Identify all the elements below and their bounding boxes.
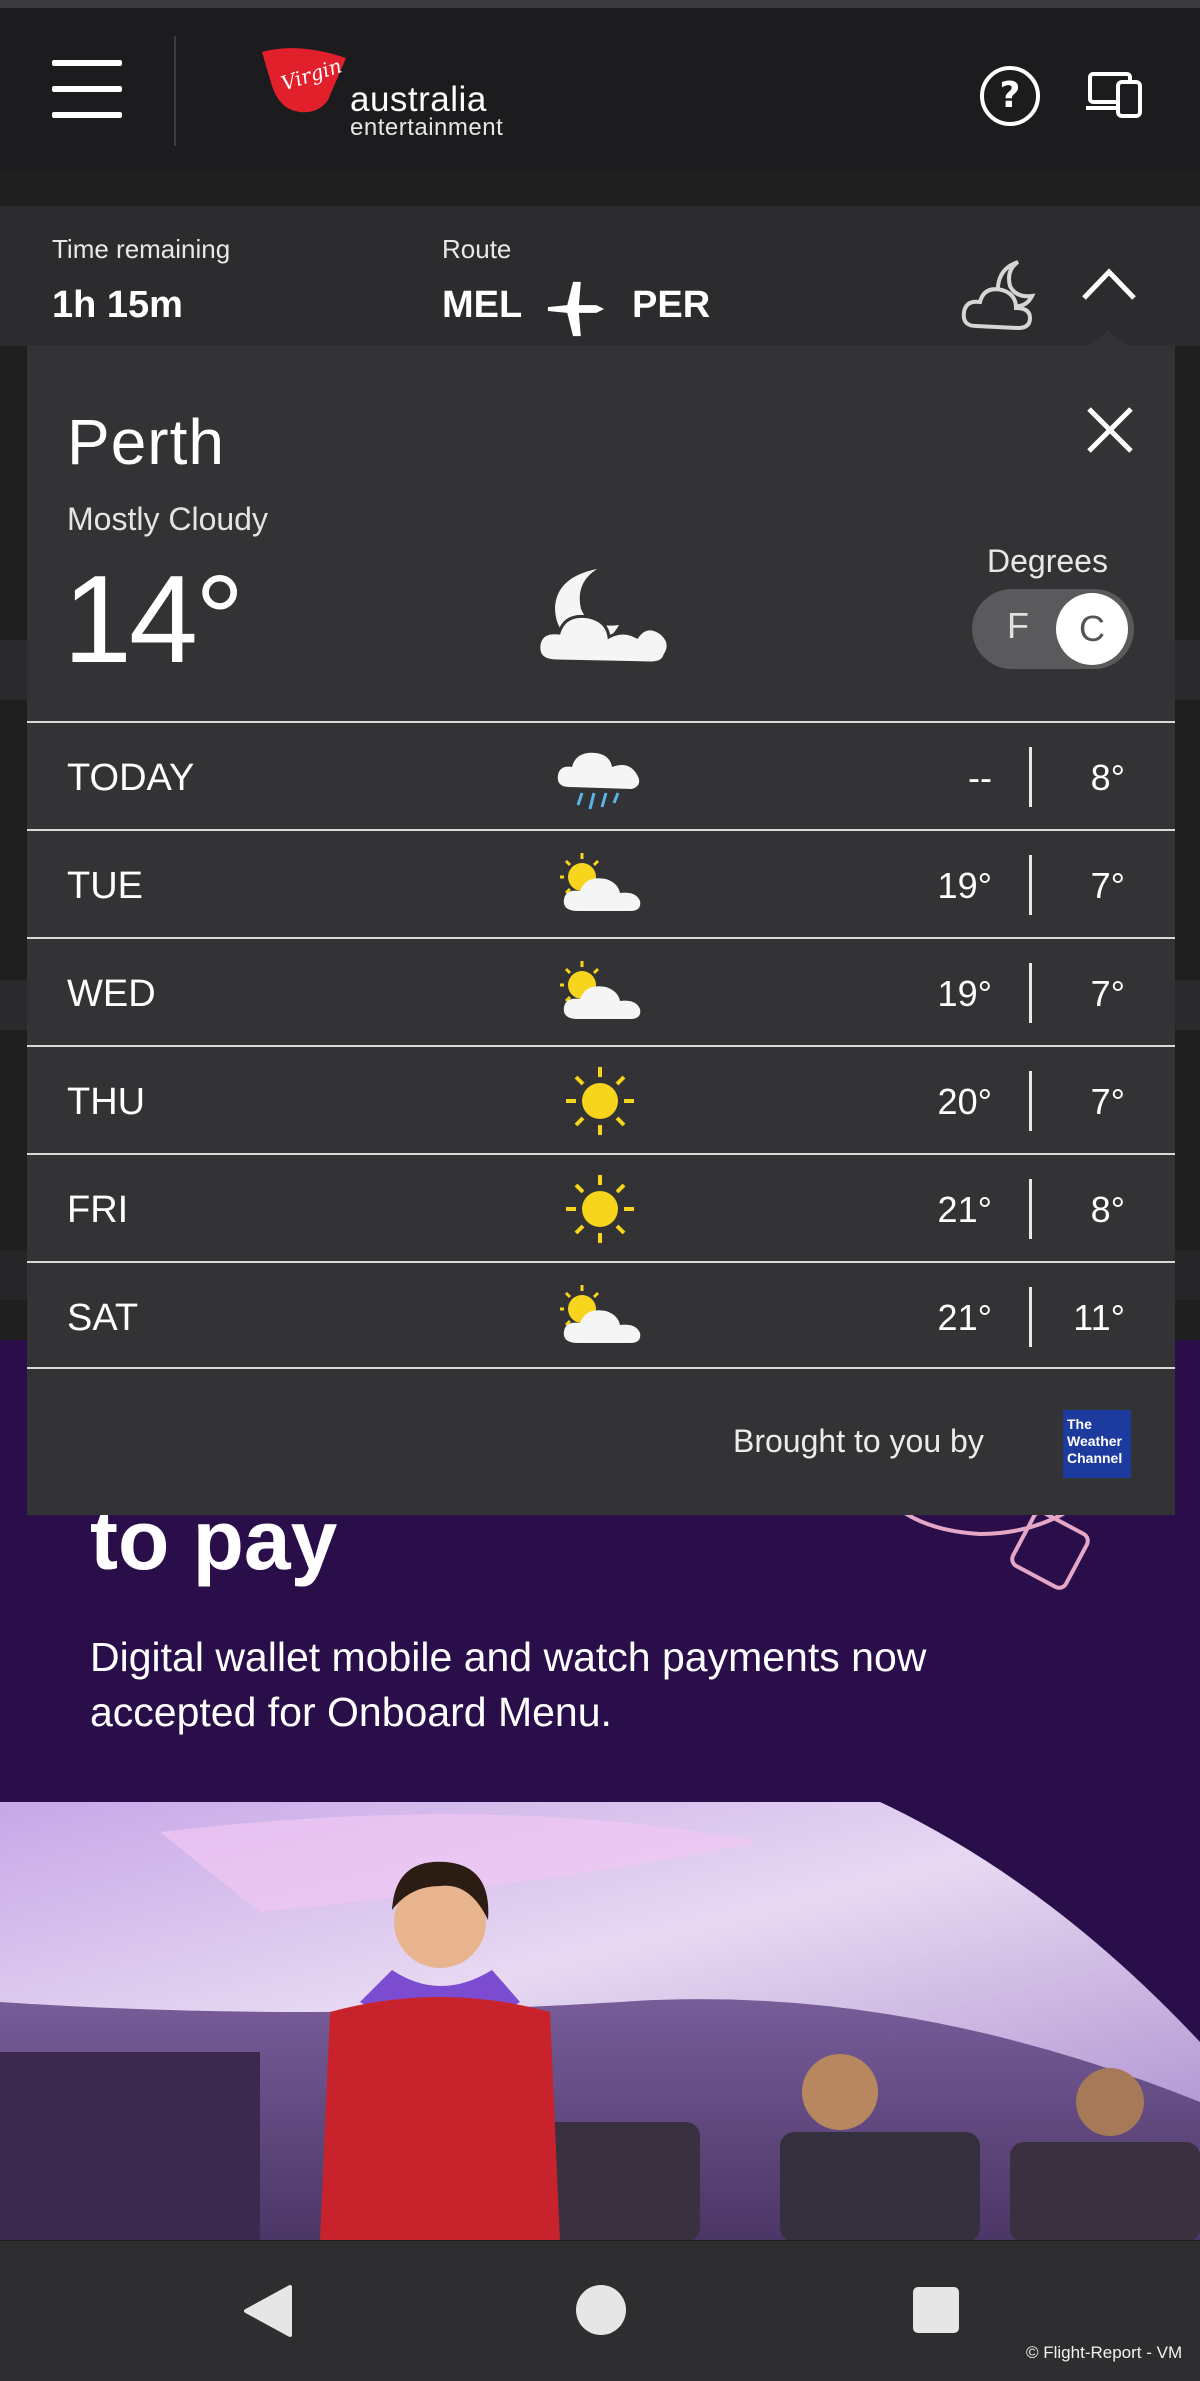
forecast-high: -- [968, 757, 992, 798]
forecast-low: 11° [1073, 1297, 1125, 1338]
route-destination: PER [632, 284, 711, 326]
forecast-low: 8° [1090, 1189, 1125, 1230]
route-origin: MEL [442, 284, 523, 326]
virgin-logo-mark: Virgin [262, 48, 346, 113]
forecast-row: FRI 21° 8° [27, 1153, 1175, 1261]
route-label: Route [442, 234, 512, 264]
logo-line: Weather [1067, 1433, 1122, 1449]
weather-condition: Mostly Cloudy [67, 501, 268, 537]
sun-icon [566, 1175, 634, 1243]
recent-apps-icon[interactable] [913, 2287, 959, 2333]
unit-fahrenheit[interactable]: F [998, 605, 1038, 647]
moon-cloud-icon [537, 569, 670, 665]
forecast-high: 21° [937, 1189, 992, 1230]
forecast-day: TODAY [67, 757, 195, 799]
sun-cloud-icon [560, 1285, 641, 1343]
forecast-separator [1029, 963, 1032, 1023]
forecast-row: TUE 19° 7° [27, 829, 1175, 937]
promo-description: Digital wallet mobile and watch payments… [90, 1634, 927, 1735]
forecast-separator [1029, 1071, 1032, 1131]
watermark: © Flight-Report - VM [1026, 2343, 1183, 2362]
system-navigation-bar: © Flight-Report - VM [0, 2241, 1200, 2381]
degrees-label: Degrees [987, 543, 1108, 579]
forecast-high: 21° [937, 1297, 992, 1338]
forecast-day: WED [67, 973, 156, 1015]
chevron-up-icon[interactable] [1080, 264, 1138, 304]
airplane-icon [547, 281, 605, 337]
sponsor-text: Brought to you by [733, 1423, 984, 1459]
forecast-low: 7° [1090, 1081, 1125, 1122]
card-pointer [1090, 330, 1126, 346]
city-name: Perth [67, 406, 225, 478]
forecast-day: THU [67, 1081, 146, 1123]
weather-panel: Perth Mostly Cloudy 14° Degrees F C TODA… [27, 345, 1175, 1515]
forecast-row: WED 19° 7° [27, 937, 1175, 1045]
temperature-unit-toggle[interactable]: F C [972, 589, 1134, 669]
weather-channel-logo[interactable]: The Weather Channel [1063, 1410, 1131, 1478]
home-icon[interactable] [576, 2285, 626, 2335]
forecast-high: 20° [937, 1081, 992, 1122]
forecast-day: FRI [67, 1189, 129, 1231]
menu-icon[interactable] [52, 60, 122, 118]
time-remaining-value: 1h 15m [52, 284, 183, 326]
divider [174, 36, 176, 146]
forecast-separator [1029, 747, 1032, 807]
forecast-row: THU 20° 7° [27, 1045, 1175, 1153]
cabin-crew-photo [0, 1802, 1200, 2240]
forecast-high: 19° [937, 973, 992, 1014]
forecast-row: TODAY -- 8° [27, 721, 1175, 829]
sun-icon [566, 1067, 634, 1135]
back-icon[interactable] [240, 2281, 300, 2341]
status-line [0, 0, 1200, 8]
forecast-low: 8° [1090, 757, 1125, 798]
unit-celsius[interactable]: C [1056, 593, 1128, 665]
forecast-low: 7° [1090, 973, 1125, 1014]
forecast-list: TODAY -- 8° TUE 19° 7° WED 19° 7° THU 20… [27, 721, 1175, 1369]
sun-cloud-icon [560, 853, 641, 911]
rain-cloud-icon [557, 752, 640, 810]
forecast-day: SAT [67, 1297, 139, 1339]
logo-line: The [1067, 1416, 1092, 1432]
flight-info-bar: Time remaining 1h 15m Route MEL PER [0, 206, 1200, 346]
current-temperature: 14° [63, 551, 245, 689]
forecast-day: TUE [67, 865, 143, 907]
help-icon[interactable]: ? [980, 66, 1040, 126]
devices-icon[interactable] [1086, 66, 1144, 124]
close-icon[interactable] [1085, 405, 1135, 455]
brand-subtitle: entertainment [350, 114, 504, 141]
forecast-separator [1029, 1287, 1032, 1347]
forecast-row: SAT 21° 11° [27, 1261, 1175, 1369]
top-app-bar: Virgin australia entertainment ? [0, 8, 1200, 170]
weather-moon-cloud-icon[interactable] [960, 248, 1050, 338]
forecast-low: 7° [1090, 865, 1125, 906]
forecast-high: 19° [937, 865, 992, 906]
virgin-australia-logo[interactable]: Virgin australia entertainment [258, 42, 538, 142]
forecast-separator [1029, 1179, 1032, 1239]
time-remaining-label: Time remaining [52, 234, 231, 264]
forecast-separator [1029, 855, 1032, 915]
logo-line: Channel [1067, 1450, 1123, 1466]
sun-cloud-icon [560, 961, 641, 1019]
